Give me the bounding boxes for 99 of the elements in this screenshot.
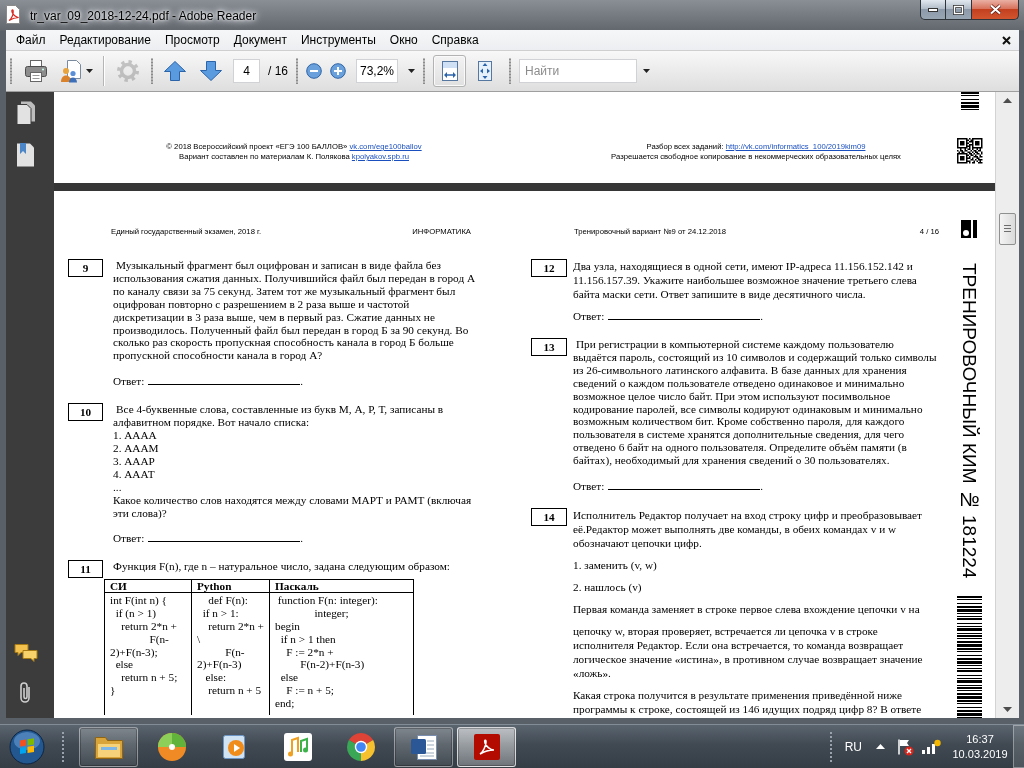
question-text: Первая команда заменяет в строке первое слева вхождение цепочки v на	[573, 602, 921, 617]
search-field[interactable]: Найти	[519, 59, 637, 83]
answer-label: Ответ:	[573, 310, 605, 322]
bookmark-icon[interactable]	[16, 143, 36, 167]
answer-label: Ответ:	[113, 375, 145, 388]
tricolor-circle-icon	[345, 731, 376, 762]
menu-item[interactable]: Редактирование	[52, 31, 158, 49]
barcode-icon	[956, 596, 982, 718]
answer-period: .	[300, 375, 304, 388]
question-number: 12	[531, 259, 567, 277]
speech-bubbles-icon[interactable]	[14, 643, 38, 663]
page-count: / 16	[268, 64, 288, 78]
zoom-field[interactable]: 73,2%	[356, 59, 398, 83]
menu-item[interactable]: Файл	[9, 31, 53, 49]
menu-item[interactable]: Просмотр	[157, 31, 227, 49]
caret-down-icon	[1003, 707, 1012, 712]
minimize-icon	[928, 7, 938, 12]
zoom-in-icon[interactable]	[330, 63, 346, 79]
music-notes-icon	[282, 731, 313, 762]
question-text: Музыкальный фрагмент был оцифрован и записан в виде файла без использования сжатия данных. Получившийся файл был передан в город А по каналу связи за 75 секунд. Затем тот же музыкальный фрагмент был оцифрован повторно с разрешением в 2 раза выше и частотой дискретизации в 3 раза выше, чем в первый раз. Сжатие данных не производилось. Полученный файл был передан в город Б за 90 секунд. Во сколько раз скорость пропускная способность канала в город Б больше пропускной способности канала в город А?	[113, 259, 477, 363]
column-header: Паскаль	[269, 579, 414, 593]
scrollbar[interactable]	[995, 92, 1019, 718]
question-number: 10	[68, 403, 103, 422]
list-line: 2. АААМ	[113, 441, 160, 455]
question-text: Все 4-буквенные слова, составленные из букв М, А, Р, Т, записаны в алфавитном порядке. Вот начало списка:	[113, 403, 445, 430]
code-cell: int F(int n) { if (n > 1) return 2*n + F(n- 2)+F(n-3); else return n + 5; }	[104, 592, 192, 716]
paperclip-icon[interactable]	[19, 681, 33, 705]
maximize-icon	[953, 4, 964, 15]
list-line: 3. АААР	[113, 454, 156, 468]
taskbar-button[interactable]	[457, 726, 516, 767]
menu-item[interactable]: Инструменты	[294, 31, 383, 49]
share-button[interactable]	[58, 57, 95, 85]
zoom-out-icon[interactable]	[306, 63, 322, 79]
answer-label: Ответ:	[113, 532, 145, 545]
column-header: Python	[191, 579, 270, 593]
question-text: При регистрации в компьютерной системе каждому пользователю выдаётся пароль, состоящий из 10 символов и содержащий только символы из 26-символьного латинского алфавита. В базе данных для хранения сведений о каждом пользователе отведено одинаковое и минимально возможное целое число байт. При этом используют посимвольное кодирование паролей, все символы кодируют одинаковым и минимально возможным количеством бит. Кроме собственно пароля, для каждого пользователя в системе хранятся дополнительные сведения, для чего отведено 6 байт на одного пользователя. Определите объём памяти (в байтах), необходимый для хранения сведений о 30 пользователях.	[573, 338, 938, 468]
clock-button[interactable]: 16:37 10.03.2019	[949, 729, 1011, 764]
close-button[interactable]	[972, 0, 1019, 20]
pdf-icon	[471, 731, 502, 762]
start-button[interactable]	[7, 726, 47, 767]
menu-item[interactable]: Окно	[382, 31, 425, 49]
language-indicator[interactable]: RU	[844, 739, 862, 754]
maximize-button[interactable]	[946, 0, 972, 20]
minimize-button[interactable]	[920, 0, 946, 20]
side-title: ТРЕНИРОВОЧНЫЙ КИМ № 181224	[958, 263, 980, 579]
print-button[interactable]	[22, 57, 50, 85]
question-number: 9	[68, 259, 103, 277]
gear-icon	[115, 58, 141, 84]
barcode-icon	[960, 92, 979, 110]
arrow-up-icon	[163, 60, 187, 82]
menu-item[interactable]: Справка	[424, 31, 486, 49]
caret-icon[interactable]	[643, 69, 650, 73]
answer-period: .	[300, 532, 304, 545]
next-page-button[interactable]	[197, 58, 225, 84]
window-title: tr_var_09_2018-12-24.pdf - Adobe Reader	[30, 9, 257, 23]
question-number: 13	[531, 338, 567, 356]
close-icon	[988, 4, 1002, 15]
question-number: 14	[531, 508, 567, 527]
page-field[interactable]: 4	[233, 59, 260, 83]
list-line: 4. АААТ	[113, 467, 156, 481]
caret-icon[interactable]	[408, 69, 415, 73]
qr-code-icon	[956, 138, 983, 164]
caret-icon	[86, 69, 93, 73]
pdf-file-icon	[5, 5, 21, 24]
caret-up-icon[interactable]	[876, 744, 885, 749]
answer-period: .	[760, 480, 764, 493]
list-line: ...	[113, 480, 123, 494]
question-text: цепочку w, вторая проверяет, встречается ли цепочка v в строке исполнителя Редактор. Если она встречается, то команда возвращает логическое значение «истина», в противном случае возвращает значение «ложь».	[573, 624, 924, 681]
taskbar-button[interactable]	[394, 726, 453, 767]
column-header: СИ	[104, 579, 192, 593]
scroll-thumb[interactable]	[999, 213, 1016, 245]
menu-item[interactable]: Документ	[226, 31, 294, 49]
flag-icon[interactable]	[896, 737, 914, 756]
question-text: Исполнитель Редактор получает на вход строку цифр и преобразовывает её.Редактор может выполнять две команды, в обеих командах v и w обозначают цепочки цифр.	[573, 508, 924, 551]
answer-period: .	[760, 310, 764, 322]
list-line: 1. АААА	[113, 429, 158, 442]
document-users-icon	[60, 59, 82, 83]
question-text: Какая строка получится в результате применения приведённой ниже программы к строке, состоящей из 146 идущих подряд цифр 8? В ответе	[573, 688, 923, 717]
answer-label: Ответ:	[573, 480, 605, 493]
arrow-down-icon	[199, 60, 223, 82]
question-text: 1. заменить (v, w)	[573, 558, 658, 573]
disc-icon	[156, 731, 187, 762]
previous-page-button[interactable]	[161, 58, 189, 84]
show-desktop-button[interactable]	[1013, 725, 1024, 768]
printer-icon	[24, 59, 48, 83]
pages-icon[interactable]	[16, 101, 36, 125]
close-icon	[1002, 35, 1011, 45]
caret-up-icon	[1003, 98, 1012, 103]
question-text: Функция F(n), где n – натуральное число, задана следующим образом:	[113, 560, 451, 574]
question-text: 2. нашлось (v)	[573, 580, 643, 595]
question-text: Какое количество слов находятся между словами МАРТ и РАМТ (включая эти слова)?	[113, 493, 473, 520]
fit-width-button[interactable]	[433, 55, 466, 87]
close-document-button[interactable]	[1000, 33, 1013, 47]
question-text: Два узла, находящиеся в одной сети, имеют IP-адреса 11.156.152.142 и 11.156.157.39. Укажите наибольшее возможное значение третьего слева байта маски сети. Ответ запишите в виде десятичного числа.	[573, 259, 918, 301]
question-number: 11	[68, 560, 103, 579]
taskbar-button[interactable]	[79, 726, 138, 767]
orb-icon	[9, 728, 45, 765]
signal-bars-icon[interactable]	[921, 738, 941, 755]
registration-mark-icon	[961, 220, 977, 238]
